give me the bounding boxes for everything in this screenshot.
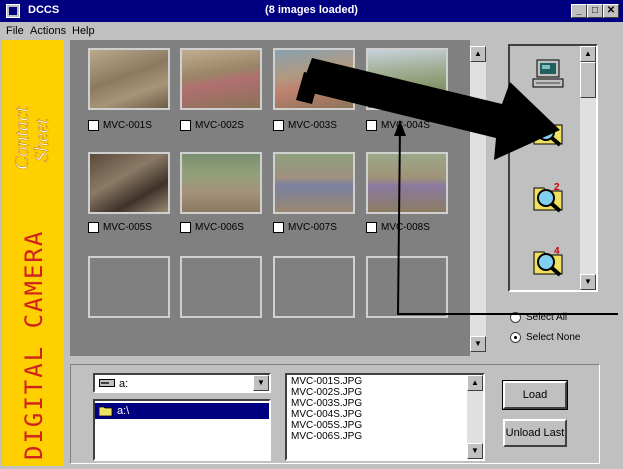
big-arrow-icon xyxy=(300,58,560,160)
connector-line-icon xyxy=(396,127,618,315)
big-arrow-tail-icon xyxy=(296,72,320,104)
annotation-arrows xyxy=(296,58,618,315)
connector-arrowhead-icon xyxy=(394,120,406,136)
app-window: DCCS (8 images loaded) _ □ ✕ File Action… xyxy=(0,0,623,469)
